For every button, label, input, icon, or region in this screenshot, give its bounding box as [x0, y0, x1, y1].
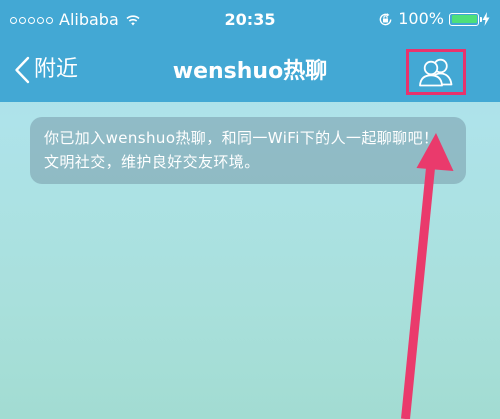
battery-percent: 100%: [398, 9, 444, 28]
back-button-label: 附近: [34, 57, 79, 82]
orientation-lock-icon: [379, 12, 392, 25]
right-status-group: 100%: [378, 11, 490, 27]
group-members-button[interactable]: [406, 49, 466, 95]
page-title: wenshuo热聊: [172, 59, 328, 84]
chat-screen: Alibaba 20:35 100% 附近 wenshuo热聊 你已加入wens…: [0, 0, 500, 419]
battery-fill: [451, 15, 477, 23]
navigation-bar: 附近 wenshuo热聊: [0, 40, 500, 102]
battery-icon: [449, 12, 482, 26]
group-members-icon: [419, 58, 453, 87]
back-button[interactable]: 附近: [14, 52, 78, 88]
chevron-left-icon: [15, 56, 30, 84]
status-bar: Alibaba 20:35 100%: [0, 0, 500, 40]
charging-icon: [482, 12, 490, 26]
system-notice: 你已加入wenshuo热聊，和同一WiFi下的人一起聊聊吧！文明社交，维护良好交…: [30, 117, 466, 184]
